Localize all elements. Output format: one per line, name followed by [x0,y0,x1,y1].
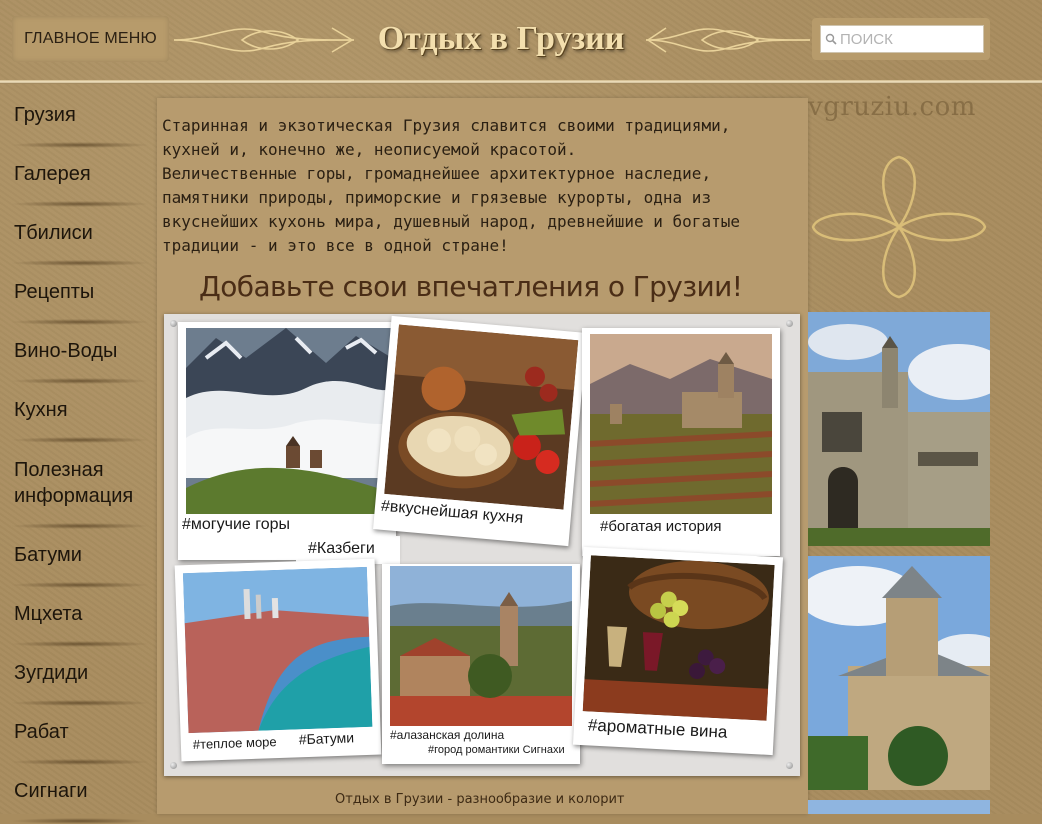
sea-image [182,566,373,734]
caption-batumi: #Батуми [298,729,355,748]
header-divider [0,80,1042,84]
mountains-image [186,328,392,514]
photo-history: #богатая история [582,328,780,556]
caption-mountains: #могучие горы [182,516,291,533]
sidebar-item-sighnaghi[interactable]: Сигнаги [0,762,150,824]
sidebar-item-wine-water[interactable]: Вино-Воды [0,322,150,384]
caption-wines: #ароматные вина [587,715,728,742]
valley-image [390,566,572,726]
pin-icon [786,762,793,769]
left-ornament-icon [173,27,355,53]
caption-sea: #теплое море [192,734,277,753]
pin-icon [170,762,177,769]
photo-valley: #алазанская долина #город романтики Сигн… [382,564,580,764]
cuisine-image [384,324,579,510]
sidebar-item-batumi[interactable]: Батуми [0,526,150,588]
sidebar-item-georgia[interactable]: Грузия [0,86,150,148]
main-content: Старинная и экзотическая Грузия славится… [157,98,808,814]
church-image [808,556,990,790]
photo-mountains: #могучие горы [178,322,396,560]
caption-sighnaghi: #город романтики Сигнахи [428,744,565,756]
intro-text: Старинная и экзотическая Грузия славится… [162,116,740,255]
main-menu-button[interactable]: ГЛАВНОЕ МЕНЮ [12,16,169,62]
caption-kazbegi: #Казбеги [308,540,375,557]
caption-valley: #алазанская долина [390,728,505,742]
section-heading: Добавьте свои впечатления о Грузии! [199,270,743,303]
photo-wines: #ароматные вина [572,546,784,756]
sidebar-nav: Грузия Галерея Тбилиси Рецепты Вино-Воды… [0,86,150,824]
photo-cuisine: #вкуснейшая кухня [373,315,587,547]
side-photo-third[interactable] [808,800,990,814]
search-input[interactable] [837,30,980,48]
palace-image [808,312,990,546]
history-image [590,334,772,514]
caption-history: #богатая история [600,518,722,535]
photo-collage[interactable]: #могучие горы #Казбеги #вкуснейшая кухня [164,314,800,776]
site-title[interactable]: Отдых в Грузии [356,14,646,64]
search-field[interactable] [820,25,984,53]
pin-icon [170,320,177,327]
photo-sea: #теплое море #Батуми [174,558,382,762]
pin-icon [786,320,793,327]
search-container [812,18,990,60]
side-photo-church[interactable] [808,556,990,790]
right-ornament-icon [645,27,811,53]
site-header: ГЛАВНОЕ МЕНЮ Отдых в Грузии [0,0,1042,84]
sidebar-item-recipes[interactable]: Рецепты [0,263,150,325]
wines-image [582,555,775,721]
site-watermark: vgruziu.com [808,92,976,122]
side-photo-palace[interactable] [808,312,990,546]
sidebar-item-gallery[interactable]: Галерея [0,145,150,207]
sidebar-item-zugdidi[interactable]: Зугдиди [0,644,150,706]
sidebar-item-useful-info[interactable]: Полезная информация [0,440,150,529]
sidebar-item-mtskheta[interactable]: Мцхета [0,585,150,647]
decorative-knot-icon [811,155,987,299]
search-icon [825,33,837,45]
sidebar-item-tbilisi[interactable]: Тбилиси [0,204,150,266]
sidebar-item-rabat[interactable]: Рабат [0,703,150,765]
collage-footer-text: Отдых в Грузии - разнообразие и колорит [335,792,625,807]
sidebar-item-cuisine[interactable]: Кухня [0,381,150,443]
